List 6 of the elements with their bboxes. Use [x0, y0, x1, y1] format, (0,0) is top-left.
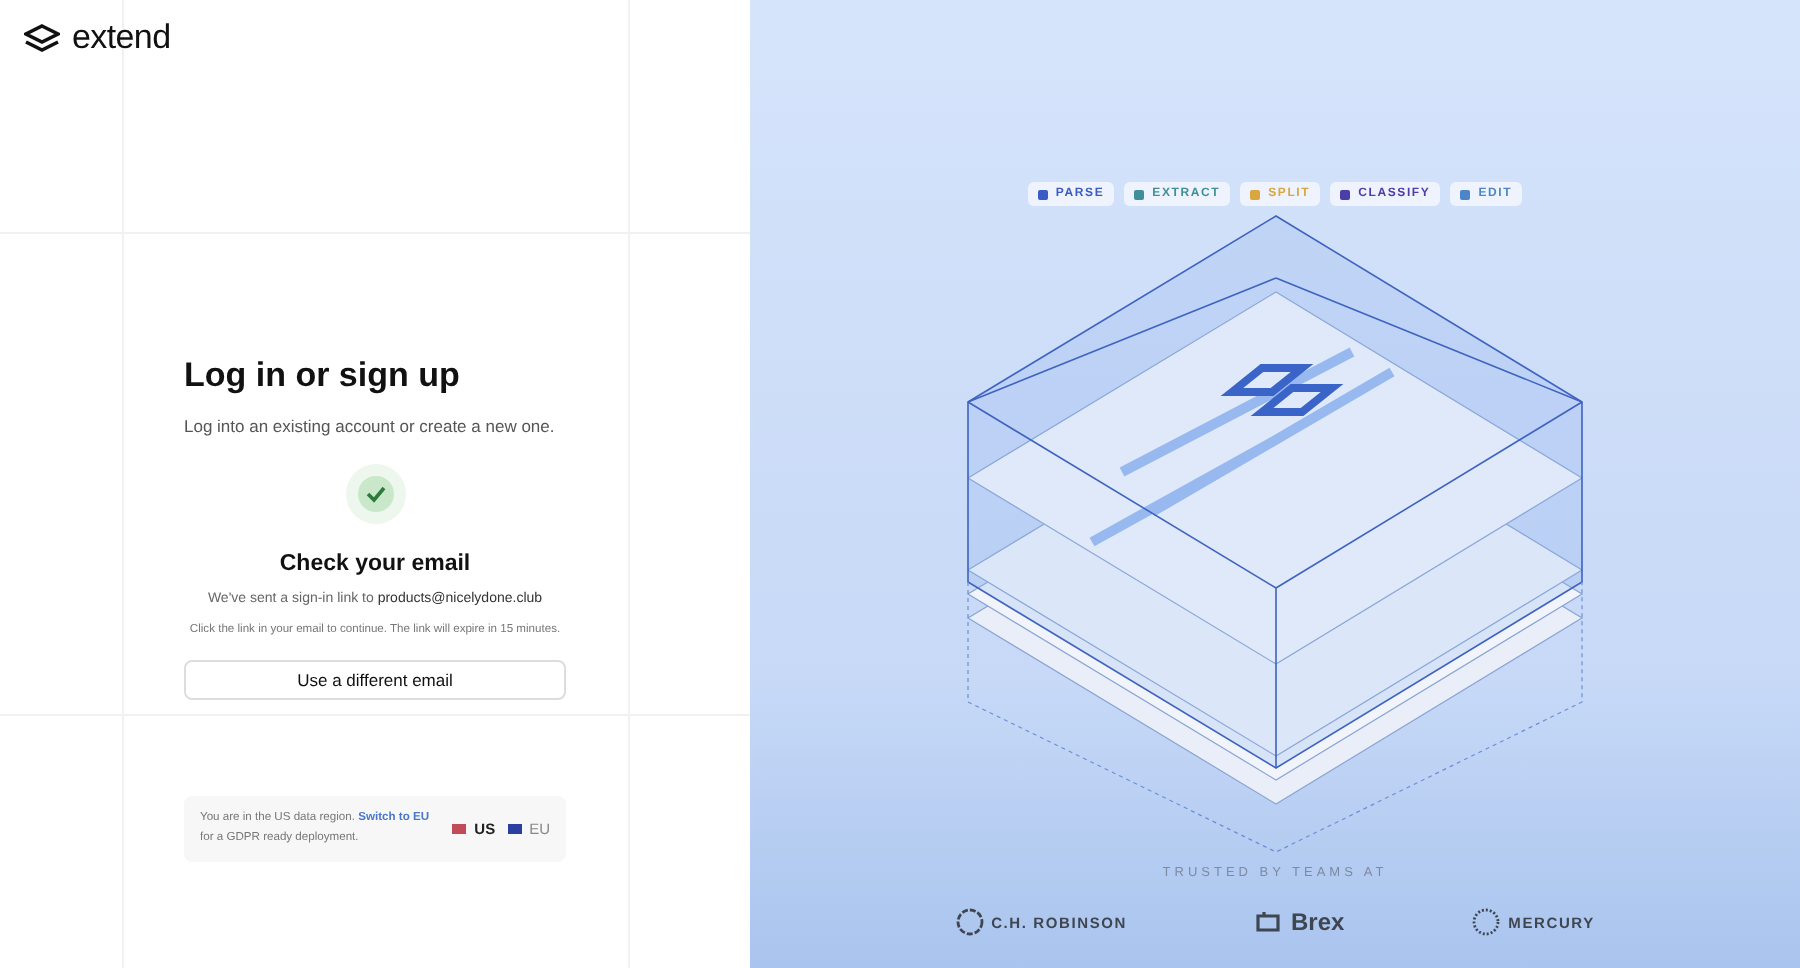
check-email-heading: Check your email [277, 552, 473, 576]
company-logo: Brex [1254, 908, 1345, 936]
page-title: Log in or sign up [184, 356, 462, 396]
brand-name: extend [72, 18, 171, 58]
subtitle: Log into an existing account or create a new one. [184, 416, 557, 436]
different-email-button[interactable]: Use a different email [184, 660, 566, 701]
